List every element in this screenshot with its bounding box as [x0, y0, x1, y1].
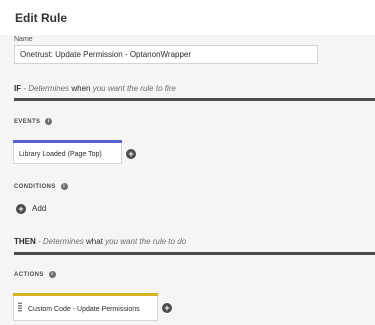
then-section-heading: THEN - Determines what you want the rule… [14, 237, 187, 246]
if-section-heading: IF - Determines when you want the rule t… [14, 84, 176, 93]
action-card-label: Custom Code - Update Permissions [28, 306, 140, 313]
actions-label: ACTIONS i [14, 271, 56, 278]
event-card-accent [13, 140, 122, 143]
events-label: EVENTS i [14, 118, 53, 125]
info-icon[interactable]: i [45, 118, 53, 125]
add-condition-label: Add [32, 204, 47, 214]
page-title: Edit Rule [15, 11, 68, 25]
event-card-label: Library Loaded (Page Top) [19, 151, 102, 158]
then-section-divider [14, 252, 375, 255]
add-action-icon[interactable]: + [162, 303, 172, 313]
conditions-label: CONDITIONS i [14, 183, 68, 190]
if-section-divider [14, 98, 375, 101]
action-card[interactable]: Custom Code - Update Permissions [13, 293, 158, 321]
event-card[interactable]: Library Loaded (Page Top) [13, 140, 122, 164]
rule-name-input[interactable] [14, 45, 318, 64]
drag-handle-icon[interactable] [18, 302, 22, 312]
plus-circle-icon: + [16, 204, 26, 214]
info-icon[interactable]: i [60, 183, 68, 190]
add-condition-button[interactable]: + Add [16, 204, 46, 214]
add-event-icon[interactable]: + [126, 149, 136, 159]
name-field-label: Name [14, 36, 33, 43]
info-icon[interactable]: i [48, 271, 56, 278]
action-card-accent [13, 293, 158, 296]
header-bar: Edit Rule [0, 0, 375, 35]
